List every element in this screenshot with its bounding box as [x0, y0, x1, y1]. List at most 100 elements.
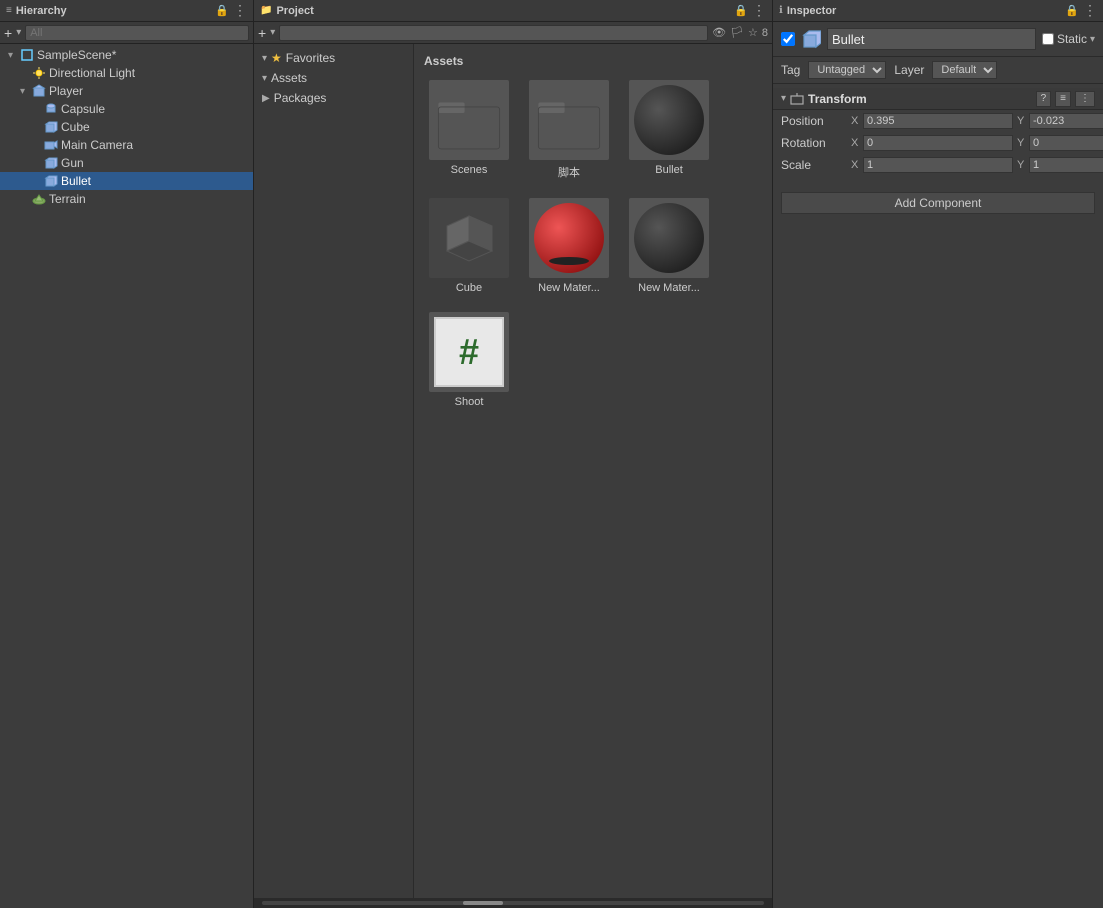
- project-lock-icon[interactable]: 🔒: [734, 2, 748, 19]
- inspector-title: Inspector: [787, 5, 837, 17]
- hierarchy-item-capsule[interactable]: Capsule: [0, 100, 253, 118]
- transform-collapse-arrow[interactable]: ▾: [781, 93, 786, 104]
- project-add-button[interactable]: +: [258, 26, 266, 40]
- transform-section-icons: ? ≡ ⋮: [1036, 91, 1095, 107]
- hierarchy-header: ≡ Hierarchy 🔒 ⋮: [0, 0, 253, 22]
- position-x-field: X: [851, 113, 1013, 129]
- project-menu-icon[interactable]: ⋮: [752, 2, 766, 19]
- camera-icon: [44, 138, 58, 152]
- new-mat-1-sphere-icon: [534, 203, 604, 273]
- project-flag-icon[interactable]: 🏳: [730, 26, 744, 39]
- project-scrollbar[interactable]: [254, 898, 772, 908]
- rotation-y-input[interactable]: [1029, 135, 1103, 151]
- project-search-input[interactable]: [279, 25, 708, 41]
- static-dropdown-arrow[interactable]: ▾: [1090, 34, 1095, 45]
- project-content: ▾ ★ Favorites ▾ Assets ▶ Packages Assets: [254, 44, 772, 898]
- asset-scenes[interactable]: Scenes: [424, 76, 514, 184]
- hierarchy-item-bullet[interactable]: Bullet: [0, 172, 253, 190]
- hierarchy-lock-icon[interactable]: 🔒: [215, 2, 229, 19]
- transform-icon: [790, 92, 804, 106]
- bullet-label: Bullet: [61, 174, 91, 188]
- scrollbar-thumb[interactable]: [463, 901, 503, 905]
- transform-kebab-icon[interactable]: ⋮: [1075, 91, 1095, 107]
- transform-title: Transform: [808, 92, 867, 106]
- scale-row: Scale X Y Z: [773, 154, 1103, 176]
- scripts-thumb: [529, 80, 609, 160]
- position-xyz: X Y Z: [851, 113, 1103, 129]
- add-component-button[interactable]: Add Component: [781, 192, 1095, 214]
- asset-bullet[interactable]: Bullet: [624, 76, 714, 184]
- sidebar-packages[interactable]: ▶ Packages: [254, 88, 413, 108]
- asset-new-mat-1[interactable]: New Mater...: [524, 194, 614, 298]
- inspector-active-checkbox[interactable]: [781, 32, 795, 46]
- hierarchy-menu-icon[interactable]: ⋮: [233, 2, 247, 19]
- rotation-xyz: X Y Z: [851, 135, 1103, 151]
- transform-settings-icon[interactable]: ≡: [1055, 91, 1071, 107]
- hierarchy-panel: ≡ Hierarchy 🔒 ⋮ + ▾ ▾ SampleScene*: [0, 0, 254, 908]
- hierarchy-title: Hierarchy: [16, 5, 67, 17]
- asset-shoot[interactable]: # Shoot: [424, 308, 514, 412]
- gun-label: Gun: [61, 156, 84, 170]
- position-row: Position X Y Z: [773, 110, 1103, 132]
- scenes-folder-icon: [434, 85, 504, 155]
- gun-icon: [44, 156, 58, 170]
- hierarchy-search-input[interactable]: [25, 25, 249, 41]
- scale-x-input[interactable]: [863, 157, 1013, 173]
- capsule-label: Capsule: [61, 102, 105, 116]
- project-panel: 📁 Project 🔒 ⋮ + ▾ 👁 🏳 ☆ 8 ▾ ★ Favorites: [254, 0, 773, 908]
- hierarchy-item-directional-light[interactable]: Directional Light: [0, 64, 253, 82]
- inspector-object-icon: [801, 29, 821, 49]
- inspector-lock-icon[interactable]: 🔒: [1065, 2, 1079, 19]
- sidebar-assets[interactable]: ▾ Assets: [254, 68, 413, 88]
- assets-heading: Assets: [424, 54, 762, 68]
- hierarchy-item-cube[interactable]: Cube: [0, 118, 253, 136]
- inspector-menu-icon[interactable]: ⋮: [1083, 2, 1097, 19]
- scale-y-letter: Y: [1017, 159, 1027, 171]
- project-header: 📁 Project 🔒 ⋮: [254, 0, 772, 22]
- project-eye-icon[interactable]: 👁: [712, 26, 726, 39]
- scene-icon: [20, 48, 34, 62]
- cube-3d-icon: [437, 206, 502, 271]
- position-x-input[interactable]: [863, 113, 1013, 129]
- asset-scripts[interactable]: 脚本: [524, 76, 614, 184]
- inspector-name-input[interactable]: [827, 28, 1036, 50]
- hierarchy-item-gun[interactable]: Gun: [0, 154, 253, 172]
- packages-label: Packages: [274, 91, 327, 105]
- transform-help-icon[interactable]: ?: [1036, 91, 1052, 107]
- static-checkbox[interactable]: [1042, 33, 1054, 45]
- position-y-letter: Y: [1017, 115, 1027, 127]
- cube-label: Cube: [61, 120, 90, 134]
- inspector-header: ℹ Inspector 🔒 ⋮: [773, 0, 1103, 22]
- scene-name: SampleScene*: [37, 48, 116, 62]
- project-title: Project: [276, 5, 313, 17]
- inspector-object-row: Static ▾: [773, 22, 1103, 57]
- hierarchy-item-main-camera[interactable]: Main Camera: [0, 136, 253, 154]
- favorites-label: Favorites: [286, 51, 335, 65]
- project-toolbar: + ▾ 👁 🏳 ☆ 8: [254, 22, 772, 44]
- hierarchy-item-player[interactable]: ▾ Player: [0, 82, 253, 100]
- transform-section: ▾ Transform ? ≡ ⋮ Position X: [773, 84, 1103, 180]
- rotation-x-input[interactable]: [863, 135, 1013, 151]
- position-x-letter: X: [851, 115, 861, 127]
- bullet-asset-label: Bullet: [655, 164, 683, 176]
- asset-cube[interactable]: Cube: [424, 194, 514, 298]
- inspector-tag-layer-row: Tag Untagged Layer Default: [773, 57, 1103, 84]
- new-mat-2-thumb: [629, 198, 709, 278]
- project-star-icon[interactable]: ☆: [748, 26, 758, 39]
- scale-xyz: X Y Z: [851, 157, 1103, 173]
- static-row: Static ▾: [1042, 32, 1095, 46]
- rotation-x-field: X: [851, 135, 1013, 151]
- hierarchy-item-terrain[interactable]: Terrain: [0, 190, 253, 208]
- scene-root[interactable]: ▾ SampleScene*: [0, 46, 253, 64]
- cube-icon: [44, 120, 58, 134]
- scale-y-input[interactable]: [1029, 157, 1103, 173]
- layer-select[interactable]: Default: [932, 61, 997, 79]
- asset-new-mat-2[interactable]: New Mater...: [624, 194, 714, 298]
- sidebar-favorites[interactable]: ▾ ★ Favorites: [254, 48, 413, 68]
- tag-select[interactable]: Untagged: [808, 61, 886, 79]
- hierarchy-list: ▾ SampleScene* Directional Light: [0, 44, 253, 908]
- hierarchy-add-button[interactable]: +: [4, 26, 12, 40]
- position-y-input[interactable]: [1029, 113, 1103, 129]
- assets-grid: Scenes 脚本: [424, 76, 762, 412]
- new-mat-1-thumb: [529, 198, 609, 278]
